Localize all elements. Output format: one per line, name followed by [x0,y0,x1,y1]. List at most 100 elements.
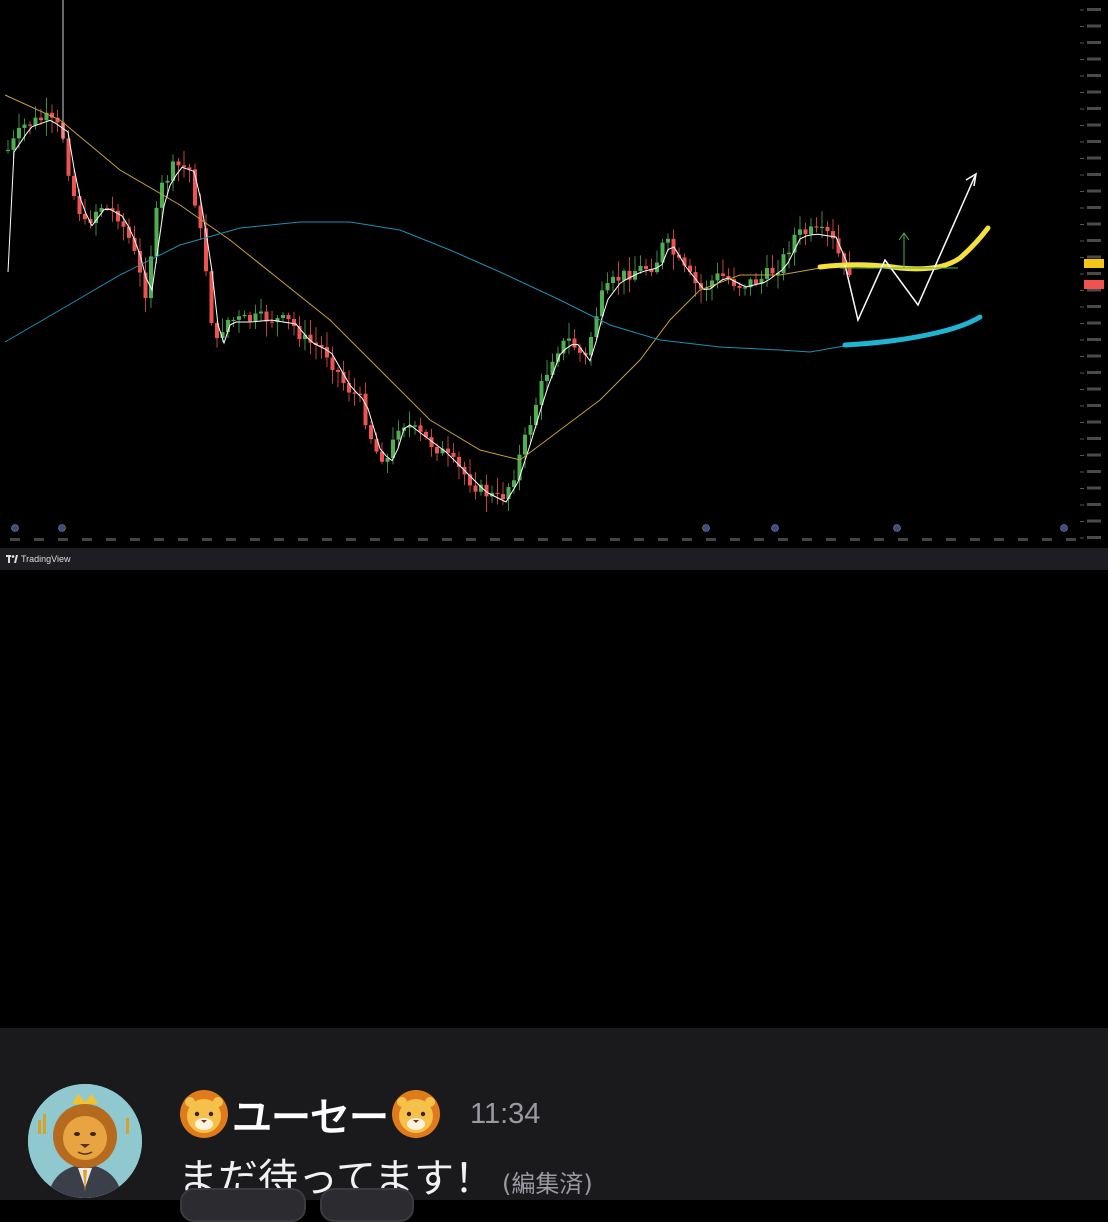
candle [50,104,54,134]
candle [759,270,764,294]
time-tick-label [250,538,260,541]
time-tick-label [10,538,20,541]
time-tick-label [1042,538,1052,541]
time-tick-label [418,538,428,541]
price-tick-label [1087,255,1101,259]
candle [677,247,681,261]
candle [495,477,500,505]
white-w-pattern [844,175,976,323]
price-tick-label [1087,140,1101,143]
candle [248,311,252,329]
candle [446,436,450,467]
time-tick-label [178,538,188,541]
time-tick-label [442,538,452,541]
time-tick-label [226,538,236,541]
price-tick-label [1087,24,1101,28]
time-tick-label [154,538,164,541]
candle [22,118,27,141]
candle [699,273,703,304]
ma-slow-line [4,221,851,353]
candle [638,255,643,274]
price-tick-label [1087,536,1101,539]
candle [655,250,659,275]
price-tick-label [1087,453,1101,457]
candle [237,310,241,333]
event-marker-icon [702,524,710,532]
price-tick-label [1087,338,1101,341]
candle [649,258,654,277]
current-price-badge [1084,259,1104,268]
edited-label: (編集済) [502,1170,593,1198]
reaction-button[interactable] [180,1188,306,1222]
time-tick-label [610,538,620,541]
time-scale[interactable] [10,524,1076,542]
time-tick-label [394,538,404,541]
candle [330,346,335,384]
candle [567,322,571,355]
candle [825,221,830,247]
time-tick-label [1018,538,1028,541]
candle [572,328,577,351]
time-tick-label [298,538,308,541]
candle [781,247,786,281]
time-tick-label [490,538,500,541]
candle [143,257,148,313]
avatar[interactable] [28,1084,142,1198]
candle [281,312,285,323]
candle [462,461,467,486]
username-row[interactable]: ユーセー 11:34 [178,1086,540,1142]
candle [149,245,153,308]
price-tick-label [1087,272,1101,275]
candle [473,472,478,500]
price-tick-label [1087,90,1101,94]
candle [116,204,120,230]
candle [182,151,186,178]
price-tick-label [1087,189,1101,193]
price-tick-label [1087,371,1101,374]
time-tick-label [202,538,212,541]
time-tick-label [130,538,140,541]
candle [6,140,10,154]
username[interactable]: ユーセー [232,1085,389,1143]
candle [732,267,736,291]
candle [611,270,615,292]
time-tick-label [658,538,668,541]
time-tick-label [538,538,548,541]
time-tick-label [1066,538,1076,541]
candle [814,217,819,233]
candle [297,316,302,347]
time-tick-label [106,538,116,541]
time-tick-label [754,538,764,541]
time-tick-label [706,538,716,541]
time-tick-label [274,538,284,541]
event-marker-icon [11,524,19,532]
price-tick-label [1087,404,1101,407]
time-tick-label [778,538,788,541]
candle [138,238,142,287]
reaction-button[interactable] [320,1188,414,1222]
time-tick-label [514,538,524,541]
last-price-badge [1084,280,1104,289]
message-timestamp: 11:34 [470,1097,541,1130]
price-chart[interactable] [0,0,1108,548]
candle [616,261,621,295]
price-tick-label [1087,206,1101,209]
price-tick-label [1087,123,1101,127]
candle [275,314,280,337]
chart-panel[interactable]: TradingView [0,0,1108,570]
price-tick-label [1087,420,1101,424]
candle [55,109,60,133]
chat-message[interactable]: ユーセー 11:34 まだ待ってます！ (編集済) [0,1028,1108,1202]
price-scale[interactable] [1080,8,1104,539]
candle [820,211,824,238]
candle [770,255,775,277]
candle [803,222,808,245]
candle [517,444,522,491]
tradingview-footer: TradingView [0,548,1108,570]
candle [110,196,115,222]
time-tick-label [850,538,860,541]
event-marker-icon [1060,524,1068,532]
candle [259,298,263,322]
candle [627,256,632,293]
time-tick-label [34,538,44,541]
